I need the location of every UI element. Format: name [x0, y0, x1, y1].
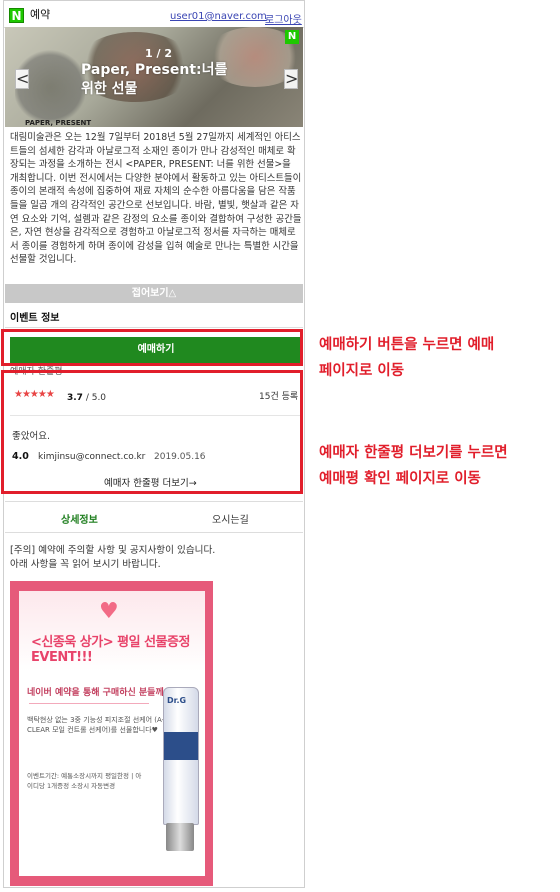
promo-banner[interactable]: N 1 / 2 Paper, Present:너를 위한 선물 < > PAPE…: [5, 27, 303, 127]
notice-text: [주의] 예약에 주의할 사항 및 공지사항이 있습니다. 아래 사항을 꼭 읽…: [10, 544, 215, 571]
detail-tabs: 상세정보 오시는길: [5, 501, 303, 533]
divider: [29, 703, 149, 704]
chevron-left-icon[interactable]: <: [15, 69, 29, 89]
event-description: 대림미술관은 오는 12월 7일부터 2018년 5월 27일까지 세계적인 아…: [10, 132, 302, 266]
event-info-heading: 이벤트 정보: [10, 313, 60, 324]
product-tube-icon: Dr.G: [163, 687, 199, 825]
banner-counter: 1 / 2: [145, 47, 172, 60]
top-bar: N 예약 user01@naver.com 로그아웃: [4, 1, 304, 28]
promo-image: ♥ <신종욱 상가> 평일 선물증정 EVENT!!! 네이버 예약을 통해 구…: [10, 581, 213, 886]
notice-line: 아래 사항을 꼭 읽어 보시기 바랍니다.: [10, 558, 161, 570]
banner-caption: PAPER, PRESENT: [25, 119, 92, 127]
product-label-band: [164, 732, 198, 760]
chevron-right-icon[interactable]: >: [284, 69, 298, 89]
logout-link[interactable]: 로그아웃: [265, 11, 302, 26]
heart-icon: ♥: [99, 599, 119, 624]
product-brand: Dr.G: [167, 696, 187, 705]
naver-logo[interactable]: N: [9, 8, 24, 23]
review-annotation: 예매자 한줄평 더보기를 누르면 예매평 확인 페이지로 이동: [319, 445, 508, 487]
promo-description: 백탁현상 없는 3중 기능성 피지조절 선케어 (A-CLEAR 모일 컨트롤 …: [27, 716, 165, 734]
tab-directions[interactable]: 오시는길: [212, 511, 249, 526]
fold-button[interactable]: 접어보기△: [5, 284, 303, 303]
banner-title: Paper, Present:너를 위한 선물: [81, 62, 228, 97]
page-title: 예약: [30, 8, 51, 21]
booking-callout-box: [1, 329, 303, 366]
tab-details[interactable]: 상세정보: [61, 511, 98, 526]
review-callout-box: [1, 370, 303, 494]
promo-card: ♥ <신종욱 상가> 평일 선물증정 EVENT!!! 네이버 예약을 통해 구…: [19, 591, 205, 876]
notice-line: [주의] 예약에 주의할 사항 및 공지사항이 있습니다.: [10, 545, 216, 556]
booking-annotation: 예매하기 버튼을 누르면 예매 페이지로 이동: [319, 337, 495, 379]
naver-badge-icon: N: [285, 30, 299, 44]
promo-footnote: 이벤트기간: 예통소장시까지 평일한정 | 아이디당 1개증정 소장시 자동변경: [27, 772, 142, 790]
divider: [5, 327, 303, 328]
promo-title: <신종욱 상가> 평일 선물증정 EVENT!!!: [31, 635, 190, 665]
user-email-link[interactable]: user01@naver.com: [170, 11, 267, 22]
promo-subtitle: 네이버 예약을 통해 구매하신 분들께,: [27, 688, 168, 698]
product-cap: [166, 823, 194, 851]
